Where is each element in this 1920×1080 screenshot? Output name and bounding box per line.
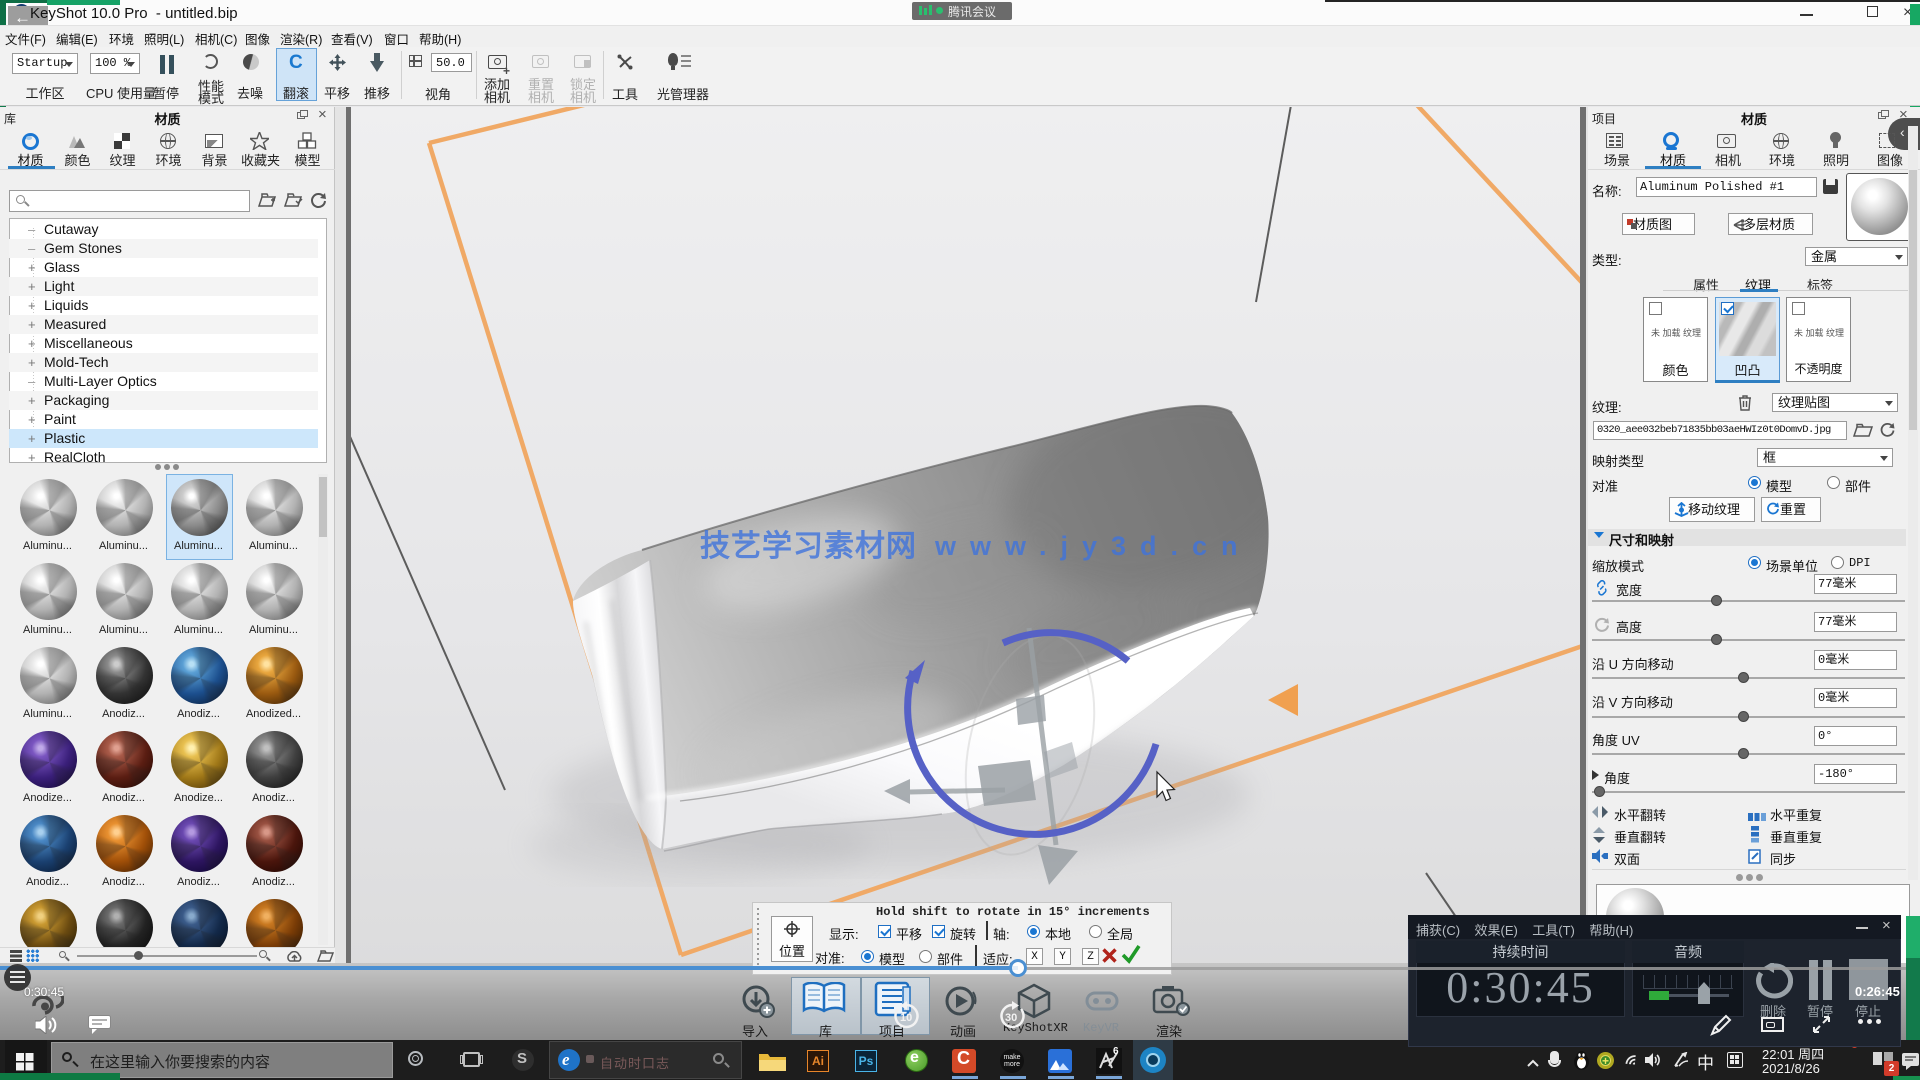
svg-text:www.jy3d.cn: www.jy3d.cn (934, 531, 1252, 561)
svg-text:技艺学习素材网: 技艺学习素材网 (700, 529, 917, 563)
svg-text:30: 30 (1005, 1012, 1017, 1024)
svg-text:10: 10 (900, 1012, 912, 1024)
